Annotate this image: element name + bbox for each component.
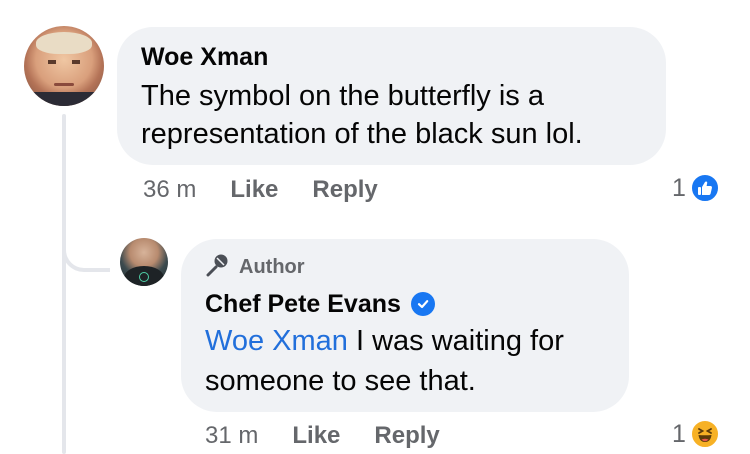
- reply-author-row: Chef Pete Evans: [205, 289, 435, 319]
- thread-line: [62, 114, 66, 454]
- author-badge-label: Author: [239, 255, 305, 278]
- comment-text-line: The symbol on the butterfly is a: [141, 80, 544, 112]
- like-button[interactable]: Like: [230, 176, 278, 204]
- like-button[interactable]: Like: [292, 422, 340, 450]
- reply-connector: [62, 226, 110, 272]
- reply-author-name[interactable]: Chef Pete Evans: [205, 289, 401, 319]
- comment-author-name[interactable]: Woe Xman: [141, 42, 268, 72]
- reply-button[interactable]: Reply: [312, 176, 377, 204]
- haha-icon: [689, 419, 720, 449]
- author-badge: Author: [205, 253, 305, 281]
- reply-timestamp[interactable]: 31 m: [205, 422, 258, 450]
- reply-text-line: someone to see that.: [205, 365, 476, 397]
- comment-actions: 36 m Like Reply: [143, 176, 378, 204]
- verified-badge-icon: [410, 292, 435, 316]
- reaction-summary[interactable]: 1: [672, 173, 720, 203]
- reaction-count: 1: [672, 173, 686, 202]
- comment-text-line: representation of the black sun lol.: [141, 118, 583, 150]
- reply-actions: 31 m Like Reply: [205, 422, 440, 450]
- reply-text-line: Woe Xman I was waiting for: [205, 322, 564, 360]
- microphone-icon: [205, 253, 231, 282]
- comment-timestamp[interactable]: 36 m: [143, 176, 196, 204]
- reply-button[interactable]: Reply: [374, 422, 439, 450]
- reaction-summary[interactable]: 1: [672, 419, 720, 449]
- reply-text: I was waiting for: [347, 325, 564, 357]
- mention-link[interactable]: Woe Xman: [205, 325, 348, 357]
- avatar[interactable]: [120, 238, 168, 286]
- avatar[interactable]: [24, 26, 104, 106]
- like-icon: [689, 173, 720, 203]
- reaction-count: 1: [672, 419, 686, 448]
